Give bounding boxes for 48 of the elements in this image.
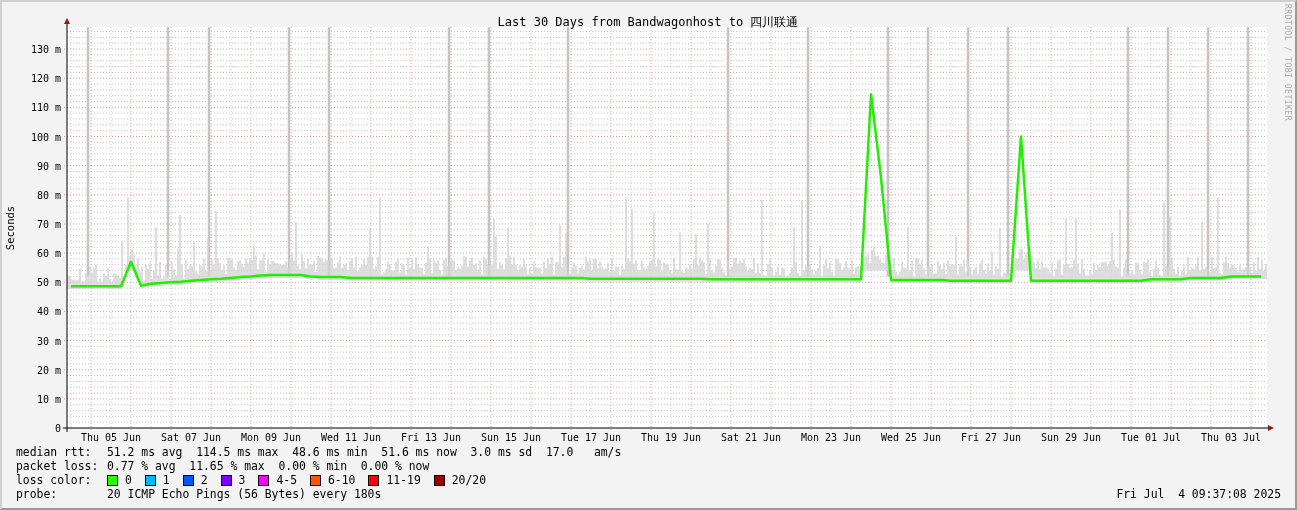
legend-label: loss color: — [16, 473, 93, 487]
y-tick-label: 90 m — [36, 160, 61, 172]
loss-level-label: 2 — [200, 473, 208, 487]
x-tick-label: Thu 05 Jun — [80, 432, 142, 443]
x-tick-label: Sat 07 Jun — [160, 432, 222, 443]
x-tick-label: Sat 21 Jun — [720, 432, 782, 443]
probe-description: 20 ICMP Echo Pings (56 Bytes) every 180s — [107, 487, 382, 501]
x-tick-label: Thu 03 Jul — [1200, 432, 1262, 443]
y-tick-label: 40 m — [36, 306, 61, 318]
x-tick-label: Sun 15 Jun — [480, 432, 542, 443]
x-tick-label: Mon 09 Jun — [240, 432, 302, 443]
legend-stats: 51.2 ms avg 114.5 ms max 48.6 ms min 51.6 ms now 3.0 ms sd 17.0 am/s — [107, 445, 622, 459]
legend-label: packet loss: — [16, 459, 100, 473]
y-tick-label: 30 m — [36, 335, 61, 347]
y-tick-label: 130 m — [30, 44, 61, 56]
y-tick-label: 20 m — [36, 364, 61, 376]
loss-level-label: 20/20 — [451, 473, 487, 487]
y-tick-label: 80 m — [36, 189, 61, 201]
loss-level-label: 0 — [125, 473, 132, 487]
loss-level-label: 6-10 — [328, 473, 356, 487]
legend-label: median rtt: — [16, 445, 93, 459]
x-tick-label: Fri 27 Jun — [960, 432, 1022, 443]
y-axis-label: Seconds — [4, 205, 16, 251]
x-tick-label: Sun 29 Jun — [1040, 432, 1102, 443]
loss-level-label: 1 — [162, 473, 170, 487]
x-tick-label: Wed 11 Jun — [320, 432, 382, 443]
x-tick-label: Tue 01 Jul — [1120, 432, 1182, 443]
timestamp: Fri Jul 4 09:37:08 2025 — [1116, 487, 1281, 501]
legend-label: probe: — [16, 487, 59, 501]
y-tick-label: 70 m — [36, 218, 61, 230]
loss-level-label: 3 — [238, 473, 246, 487]
x-tick-label: Tue 17 Jun — [560, 432, 622, 443]
y-tick-label: 110 m — [30, 102, 61, 114]
legend-stats: 0.77 % avg 11.65 % max 0.00 % min 0.00 % now — [107, 459, 430, 473]
y-tick-label: 0 — [54, 423, 61, 434]
y-tick-label: 120 m — [30, 73, 61, 85]
y-tick-label: 100 m — [30, 131, 61, 143]
y-tick-label: 10 m — [36, 393, 61, 405]
y-tick-label: 50 m — [36, 277, 61, 289]
loss-level-label: 4-5 — [276, 473, 297, 487]
chart-title: Last 30 Days from Bandwagonhost to 四川联通 — [497, 15, 799, 29]
rrdtool-credit: RRDTOOL / TOBI OETIKER — [1283, 3, 1292, 121]
x-tick-label: Fri 13 Jun — [400, 432, 462, 443]
y-tick-label: 60 m — [36, 248, 61, 260]
loss-level-label: 11-19 — [386, 473, 421, 487]
x-tick-label: Wed 25 Jun — [880, 432, 942, 443]
x-tick-label: Thu 19 Jun — [640, 432, 702, 443]
x-tick-label: Mon 23 Jun — [800, 432, 862, 443]
